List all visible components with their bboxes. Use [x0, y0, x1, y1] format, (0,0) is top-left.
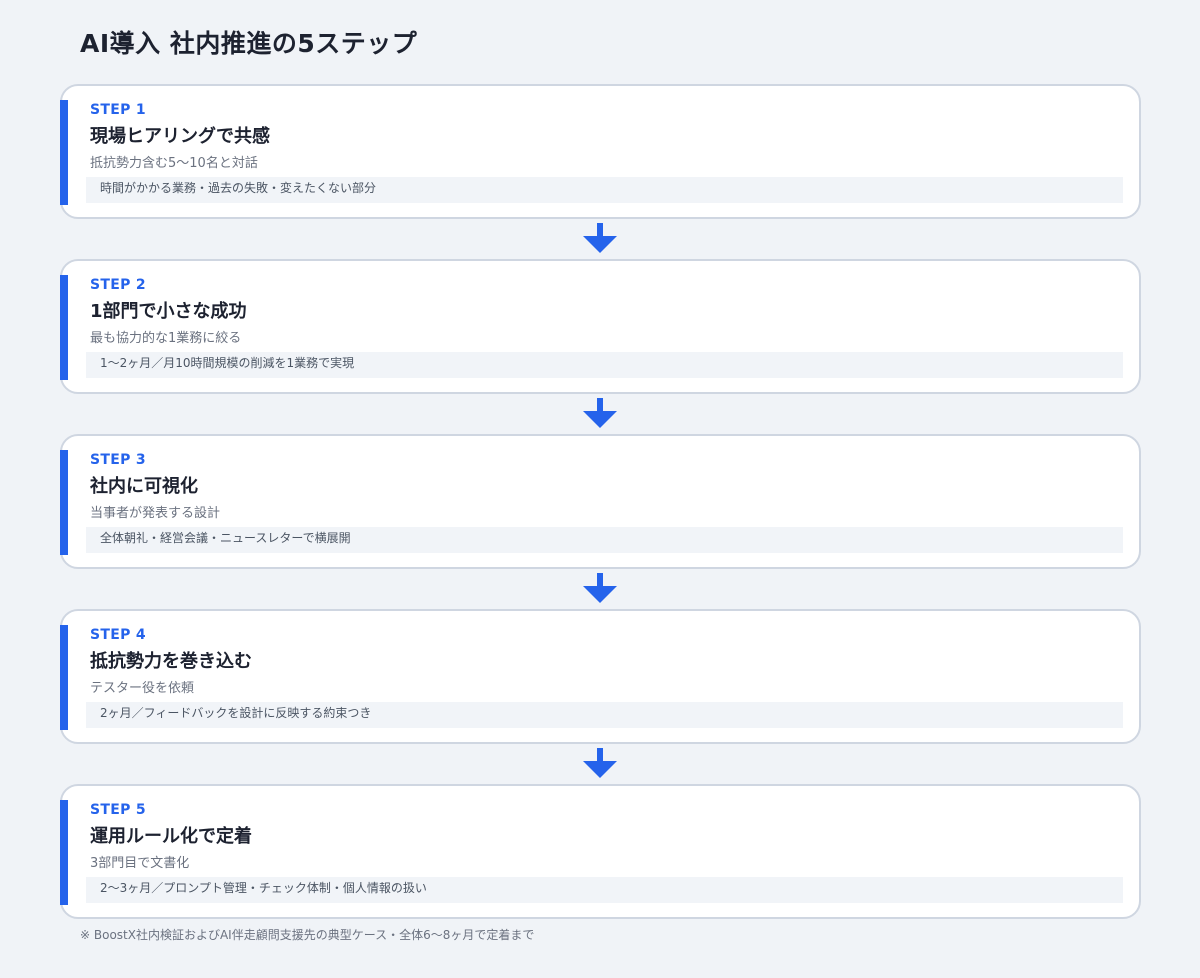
step-accent-bar — [60, 450, 68, 555]
arrow-down-icon — [583, 748, 617, 778]
step-card-2: STEP 2 1部門で小さな成功 最も協力的な1業務に絞る 1〜2ヶ月／月10時… — [60, 259, 1141, 394]
step-label: STEP 4 — [90, 627, 146, 643]
steps-flow: STEP 1 現場ヒアリングで共感 抵抗勢力含む5〜10名と対話 時間がかかる業… — [60, 84, 1141, 919]
step-detail: 2ヶ月／フィードバックを設計に反映する約束つき — [86, 702, 1123, 728]
step-label: STEP 3 — [90, 452, 146, 468]
step-accent-bar — [60, 275, 68, 380]
step-title: 運用ルール化で定着 — [90, 826, 252, 847]
arrow-down-icon — [583, 398, 617, 428]
step-title: 社内に可視化 — [90, 476, 198, 497]
page-title: AI導入 社内推進の5ステップ — [80, 29, 418, 58]
step-label: STEP 1 — [90, 102, 146, 118]
step-card-1: STEP 1 現場ヒアリングで共感 抵抗勢力含む5〜10名と対話 時間がかかる業… — [60, 84, 1141, 219]
step-accent-bar — [60, 625, 68, 730]
step-connector — [60, 569, 1141, 609]
step-subtitle: テスター役を依頼 — [90, 681, 195, 696]
step-title: 抵抗勢力を巻き込む — [90, 651, 252, 672]
step-subtitle: 3部門目で文書化 — [90, 856, 190, 871]
step-subtitle: 当事者が発表する設計 — [90, 506, 221, 521]
step-title: 1部門で小さな成功 — [90, 301, 247, 322]
step-label: STEP 5 — [90, 802, 146, 818]
step-subtitle: 最も協力的な1業務に絞る — [90, 331, 242, 346]
step-accent-bar — [60, 800, 68, 905]
step-detail: 全体朝礼・経営会議・ニュースレターで横展開 — [86, 527, 1123, 553]
footnote: ※ BoostX社内検証およびAI伴走顧問支援先の典型ケース・全体6〜8ヶ月で定… — [80, 928, 535, 942]
step-subtitle: 抵抗勢力含む5〜10名と対話 — [90, 156, 258, 171]
step-detail: 2〜3ヶ月／プロンプト管理・チェック体制・個人情報の扱い — [86, 877, 1123, 903]
step-label: STEP 2 — [90, 277, 146, 293]
step-detail: 時間がかかる業務・過去の失敗・変えたくない部分 — [86, 177, 1123, 203]
step-connector — [60, 744, 1141, 784]
step-detail: 1〜2ヶ月／月10時間規模の削減を1業務で実現 — [86, 352, 1123, 378]
step-card-5: STEP 5 運用ルール化で定着 3部門目で文書化 2〜3ヶ月／プロンプト管理・… — [60, 784, 1141, 919]
arrow-down-icon — [583, 223, 617, 253]
step-accent-bar — [60, 100, 68, 205]
step-title: 現場ヒアリングで共感 — [90, 126, 270, 147]
arrow-down-icon — [583, 573, 617, 603]
step-card-4: STEP 4 抵抗勢力を巻き込む テスター役を依頼 2ヶ月／フィードバックを設計… — [60, 609, 1141, 744]
step-connector — [60, 219, 1141, 259]
step-connector — [60, 394, 1141, 434]
step-card-3: STEP 3 社内に可視化 当事者が発表する設計 全体朝礼・経営会議・ニュースレ… — [60, 434, 1141, 569]
